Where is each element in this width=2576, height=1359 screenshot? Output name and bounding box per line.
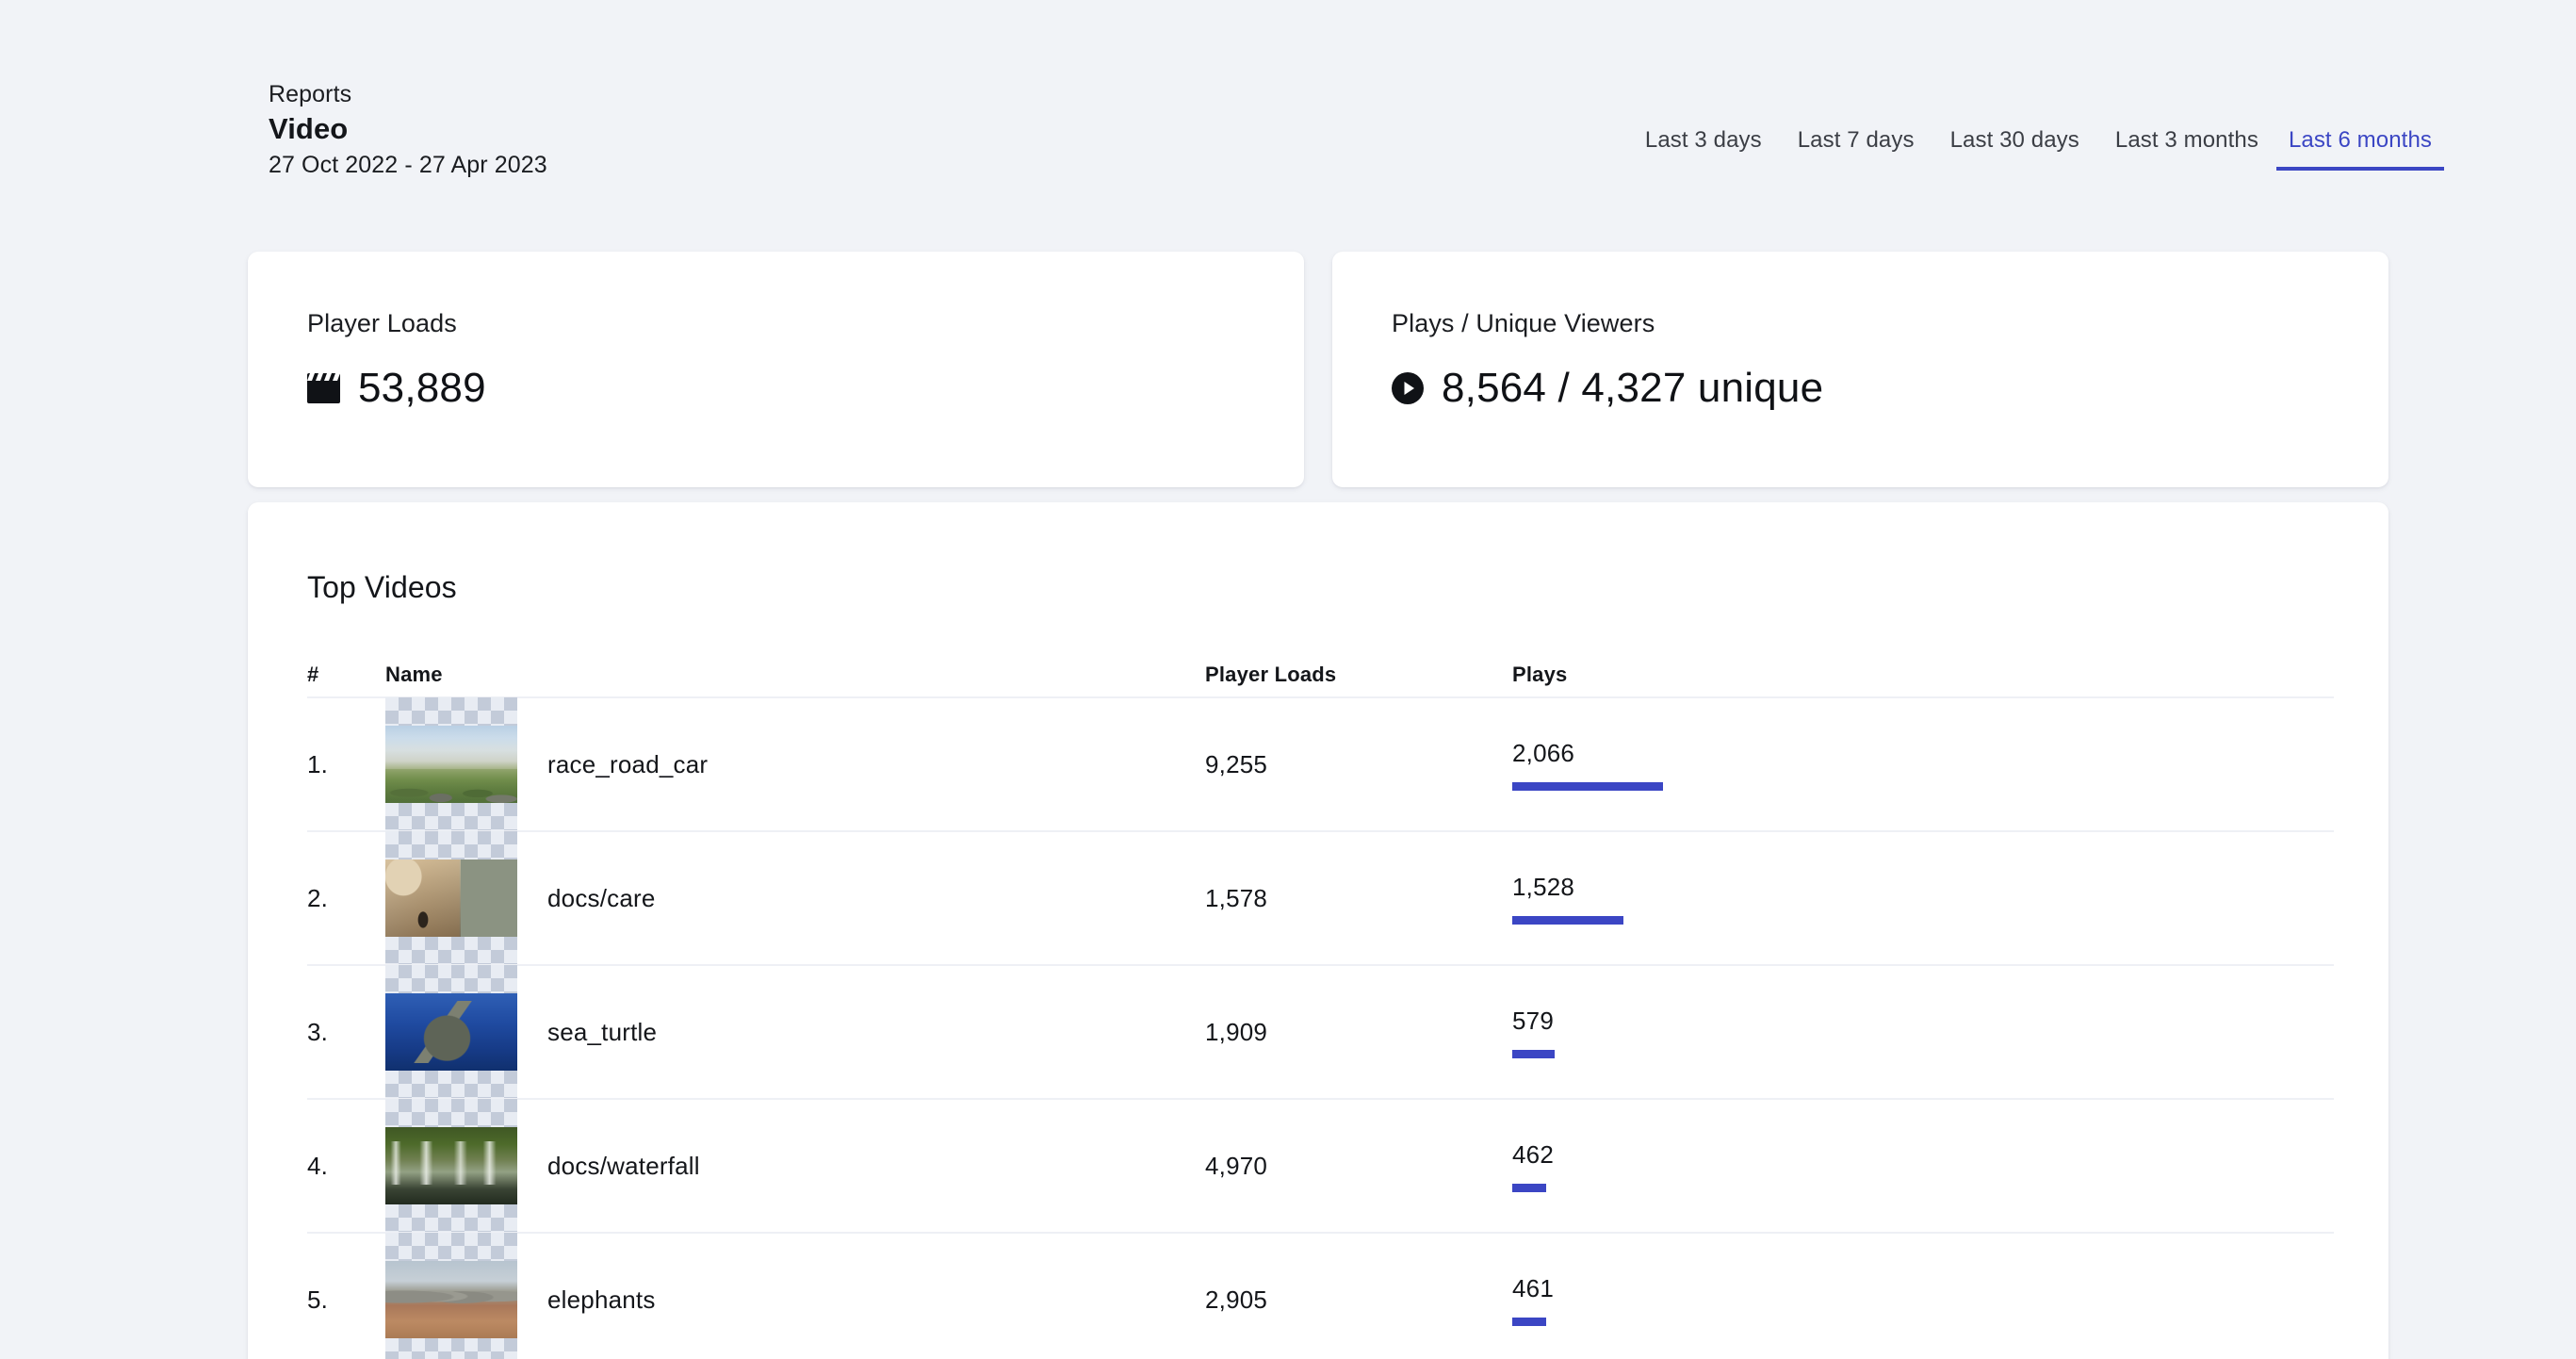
docs-waterfall-thumbnail [385,1099,517,1233]
breadcrumb: Reports [269,81,352,107]
race-road-car-thumbnail [385,697,517,831]
page-title: Video [269,112,349,145]
row-player-loads: 1,909 [1205,1017,1268,1046]
row-plays-bar [1512,1318,1546,1326]
row-rank: 4. [307,1151,329,1180]
row-plays-cell: 461 [1512,1273,2334,1326]
row-plays-bar [1512,916,1624,925]
row-plays-value: 1,528 [1512,873,1575,901]
sea-turtle-thumbnail [385,965,517,1099]
player-loads-value-row: 53,889 [307,364,1304,413]
player-loads-label: Player Loads [307,309,457,337]
table-row[interactable]: 4. docs/waterfall 4,970 462 [307,1098,2334,1233]
row-rank: 3. [307,1017,329,1046]
row-player-loads: 4,970 [1205,1151,1268,1180]
row-plays-cell: 462 [1512,1139,2334,1192]
row-video-name[interactable]: docs/waterfall [547,1152,700,1181]
player-loads-value: 53,889 [358,365,486,411]
row-plays-value: 2,066 [1512,739,1575,767]
clapperboard-icon [307,373,340,403]
column-header-rank: # [307,663,319,686]
plays-unique-viewers-label: Plays / Unique Viewers [1392,309,1655,337]
row-plays-cell: 1,528 [1512,872,2334,925]
date-range-tabs: Last 3 days Last 7 days Last 30 days Las… [1627,126,2444,171]
tab-last-30-days[interactable]: Last 30 days [1932,126,2097,171]
thumbnail-image [385,726,517,803]
row-plays-cell: 579 [1512,1006,2334,1058]
thumbnail-image [385,1127,517,1204]
play-circle-icon [1392,372,1424,404]
row-video-name[interactable]: docs/care [547,884,656,913]
row-video-name[interactable]: race_road_car [547,750,708,779]
row-plays-value: 579 [1512,1007,1554,1035]
player-loads-card: Player Loads 53,889 [248,252,1304,487]
thumbnail-image [385,1261,517,1338]
top-videos-table: # Name Player Loads Plays 1. race_road_c… [307,653,2334,1359]
column-header-plays: Plays [1512,663,1568,686]
elephants-thumbnail [385,1233,517,1359]
top-videos-title: Top Videos [307,570,457,604]
row-plays-cell: 2,066 [1512,738,2334,791]
column-header-player-loads: Player Loads [1205,663,1337,686]
top-videos-card: Top Videos # Name Player Loads Plays 1. … [248,502,2389,1359]
date-range-label: 27 Oct 2022 - 27 Apr 2023 [269,152,547,178]
plays-unique-viewers-card: Plays / Unique Viewers 8,564 / 4,327 uni… [1332,252,2389,487]
docs-care-thumbnail [385,831,517,965]
table-row[interactable]: 1. race_road_car 9,255 2,066 [307,696,2334,831]
row-rank: 2. [307,883,329,912]
table-row[interactable]: 3. sea_turtle 1,909 579 [307,964,2334,1099]
row-plays-bar [1512,782,1663,791]
row-rank: 5. [307,1285,329,1314]
column-header-name: Name [385,663,443,686]
plays-unique-viewers-value: 8,564 / 4,327 unique [1442,365,1824,411]
page-header: Reports Video 27 Oct 2022 - 27 Apr 2023 … [269,79,2444,178]
row-plays-value: 461 [1512,1274,1554,1302]
tab-last-7-days[interactable]: Last 7 days [1780,126,1932,171]
row-video-name[interactable]: sea_turtle [547,1018,657,1047]
plays-unique-viewers-value-row: 8,564 / 4,327 unique [1392,364,2389,413]
row-plays-bar [1512,1050,1555,1058]
row-player-loads: 9,255 [1205,749,1268,778]
row-player-loads: 1,578 [1205,883,1268,912]
report-page: Reports Video 27 Oct 2022 - 27 Apr 2023 … [0,0,2576,1359]
thumbnail-image [385,993,517,1071]
title-block: Reports Video 27 Oct 2022 - 27 Apr 2023 [269,79,547,181]
row-player-loads: 2,905 [1205,1285,1268,1314]
tab-last-3-months[interactable]: Last 3 months [2097,126,2276,171]
tab-last-6-months[interactable]: Last 6 months [2275,126,2444,171]
stat-cards-row: Player Loads 53,889 Plays / Unique Viewe… [248,252,2389,487]
thumbnail-image [385,860,517,937]
table-row[interactable]: 5. elephants 2,905 461 [307,1232,2334,1359]
tab-last-3-days[interactable]: Last 3 days [1627,126,1780,171]
row-plays-value: 462 [1512,1140,1554,1169]
row-plays-bar [1512,1184,1546,1192]
row-rank: 1. [307,749,329,778]
table-row[interactable]: 2. docs/care 1,578 1,528 [307,830,2334,965]
table-header-row: # Name Player Loads Plays [307,653,2334,696]
row-video-name[interactable]: elephants [547,1285,656,1315]
